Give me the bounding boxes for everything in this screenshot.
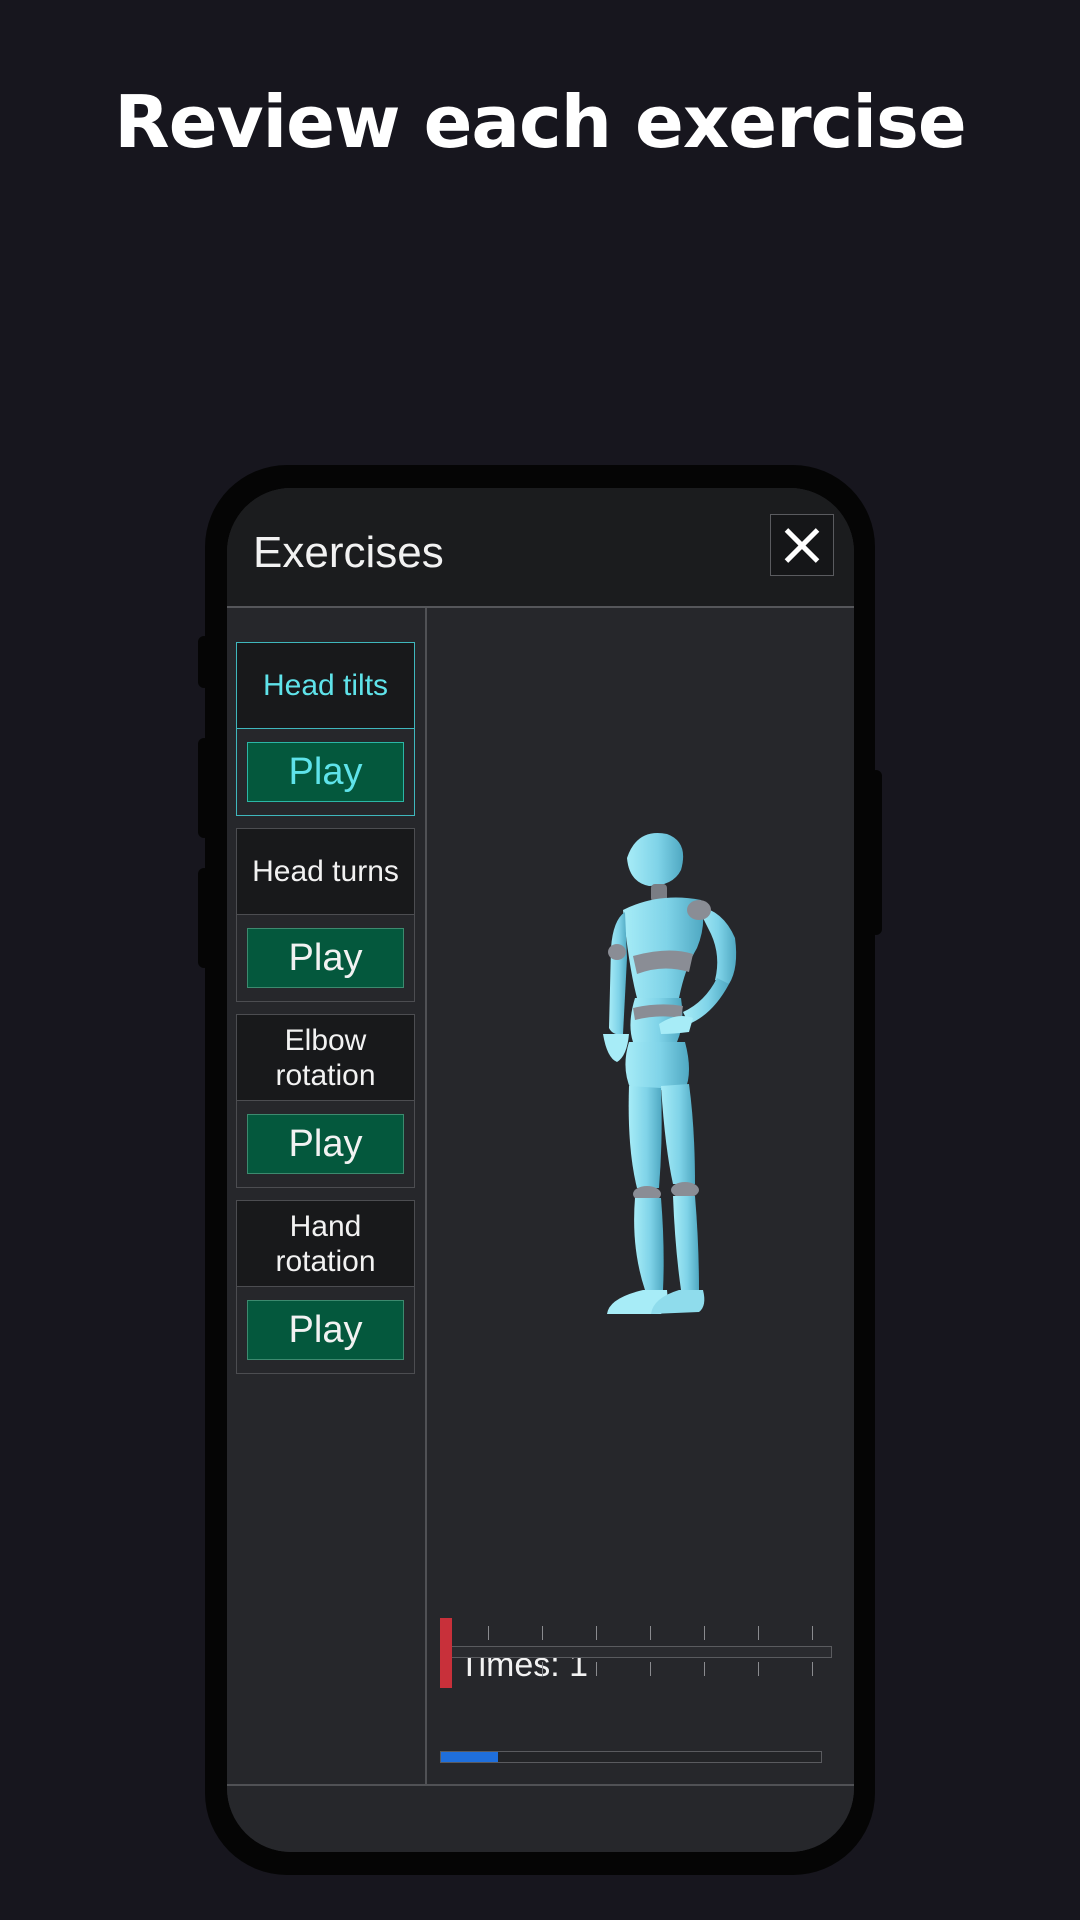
mannequin-figure bbox=[603, 833, 737, 1314]
timeline-tick bbox=[488, 1626, 489, 1640]
bottom-bar bbox=[227, 1784, 854, 1852]
app-header: Exercises bbox=[227, 488, 854, 608]
exercise-label: Hand rotation bbox=[237, 1201, 414, 1287]
timeline-tick bbox=[596, 1626, 597, 1640]
exercise-list: Head tilts Play Head turns Play Elbow ro… bbox=[227, 608, 427, 1784]
exercise-card-head-tilts[interactable]: Head tilts Play bbox=[236, 642, 415, 816]
timeline-tick bbox=[758, 1626, 759, 1640]
progress-fill bbox=[441, 1752, 498, 1762]
timeline-tick bbox=[704, 1626, 705, 1640]
exercise-card-head-turns[interactable]: Head turns Play bbox=[236, 828, 415, 1002]
play-button[interactable]: Play bbox=[247, 742, 404, 802]
timeline-tick bbox=[812, 1662, 813, 1676]
play-button[interactable]: Play bbox=[247, 1114, 404, 1174]
page-title: Exercises bbox=[253, 528, 444, 577]
playback-progress-bar bbox=[440, 1751, 822, 1763]
3d-viewport[interactable]: Times: 1 bbox=[429, 608, 854, 1784]
timeline-tick bbox=[542, 1662, 543, 1676]
timeline-track[interactable] bbox=[440, 1646, 832, 1658]
timeline-tick bbox=[542, 1626, 543, 1640]
exercise-card-elbow-rotation[interactable]: Elbow rotation Play bbox=[236, 1014, 415, 1188]
timeline-tick bbox=[488, 1662, 489, 1676]
timeline-tick bbox=[704, 1662, 705, 1676]
phone-screen: Exercises Head tilts Play Head turns Pla… bbox=[227, 488, 854, 1852]
exercise-label: Head turns bbox=[237, 829, 414, 915]
timeline-tick bbox=[650, 1626, 651, 1640]
exercise-label: Elbow rotation bbox=[237, 1015, 414, 1101]
headline: Review each exercise bbox=[114, 80, 966, 164]
play-button[interactable]: Play bbox=[247, 1300, 404, 1360]
timeline-scrubber[interactable] bbox=[440, 1618, 452, 1688]
close-button[interactable] bbox=[770, 514, 834, 576]
play-button[interactable]: Play bbox=[247, 928, 404, 988]
exercise-label: Head tilts bbox=[237, 643, 414, 729]
timeline-tick bbox=[596, 1662, 597, 1676]
timeline-tick bbox=[758, 1662, 759, 1676]
exercise-card-hand-rotation[interactable]: Hand rotation Play bbox=[236, 1200, 415, 1374]
timeline-tick bbox=[650, 1662, 651, 1676]
animation-timeline[interactable] bbox=[440, 1618, 832, 1688]
timeline-tick bbox=[812, 1626, 813, 1640]
